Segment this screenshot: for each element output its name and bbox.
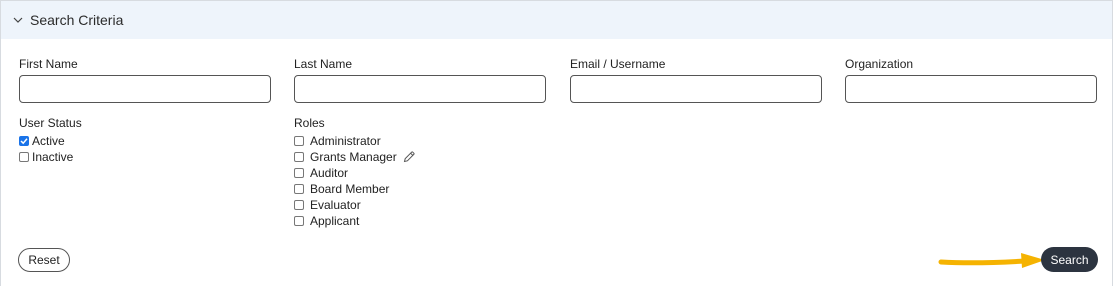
last-name-label: Last Name (294, 57, 353, 71)
checkbox-inactive[interactable] (19, 152, 29, 162)
roles-label: Roles (294, 116, 325, 130)
organization-input[interactable] (845, 75, 1097, 103)
role-option-grants-manager[interactable]: Grants Manager (294, 149, 416, 165)
reset-button[interactable]: Reset (18, 248, 70, 272)
status-option-label: Active (32, 134, 65, 148)
checkbox-active[interactable] (19, 136, 29, 146)
pencil-icon[interactable] (402, 150, 416, 164)
checkbox-board-member[interactable] (294, 184, 304, 194)
role-option-label: Administrator (310, 134, 381, 148)
role-option-evaluator[interactable]: Evaluator (294, 197, 416, 213)
user-status-label: User Status (19, 116, 82, 130)
role-option-label: Auditor (310, 166, 349, 180)
email-username-input[interactable] (570, 75, 822, 103)
role-option-label: Evaluator (310, 198, 361, 212)
checkbox-evaluator[interactable] (294, 200, 304, 210)
chevron-down-icon (13, 17, 23, 23)
role-option-board-member[interactable]: Board Member (294, 181, 416, 197)
last-name-field: Last Name (294, 57, 546, 103)
search-criteria-header[interactable]: Search Criteria (1, 1, 1112, 39)
checkbox-auditor[interactable] (294, 168, 304, 178)
checkbox-administrator[interactable] (294, 136, 304, 146)
status-option-active[interactable]: Active (19, 133, 82, 149)
organization-label: Organization (845, 57, 914, 71)
email-username-field: Email / Username (570, 57, 822, 103)
checkmark-icon (20, 138, 28, 145)
role-option-label: Board Member (310, 182, 390, 196)
organization-field: Organization (845, 57, 1097, 103)
user-status-group: User Status Active Inactive (19, 116, 82, 165)
last-name-input[interactable] (294, 75, 546, 103)
role-option-applicant[interactable]: Applicant (294, 213, 416, 229)
checkbox-applicant[interactable] (294, 216, 304, 226)
role-option-administrator[interactable]: Administrator (294, 133, 416, 149)
panel-title: Search Criteria (30, 12, 124, 28)
email-username-label: Email / Username (570, 57, 666, 71)
checkbox-grants-manager[interactable] (294, 152, 304, 162)
first-name-input[interactable] (19, 75, 271, 103)
first-name-field: First Name (19, 57, 271, 103)
search-criteria-panel: Search Criteria First Name Last Name Ema… (0, 0, 1113, 286)
arrow-annotation-icon (938, 253, 1045, 268)
role-option-label: Applicant (310, 214, 360, 228)
status-option-label: Inactive (32, 150, 74, 164)
role-option-auditor[interactable]: Auditor (294, 165, 416, 181)
search-button[interactable]: Search (1041, 247, 1098, 272)
status-option-inactive[interactable]: Inactive (19, 149, 82, 165)
first-name-label: First Name (19, 57, 78, 71)
role-option-label: Grants Manager (310, 150, 397, 164)
roles-group: Roles Administrator Grants Manager Audit… (294, 116, 416, 229)
